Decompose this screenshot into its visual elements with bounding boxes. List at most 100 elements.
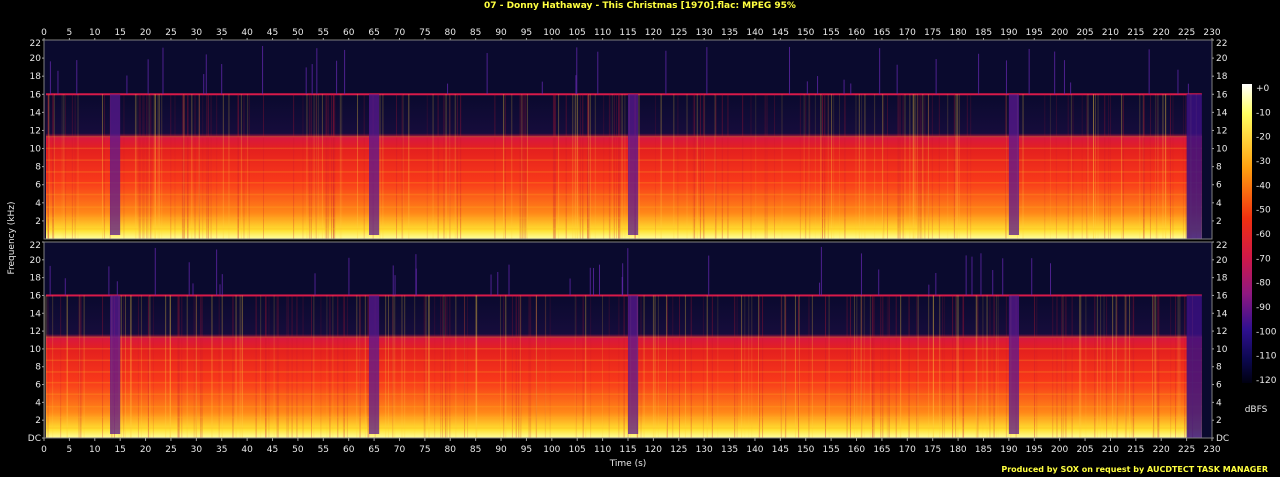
y-tick-label: 20: [30, 256, 42, 266]
y-tick-label: 10: [1216, 345, 1228, 355]
y-tick-label: 2: [1216, 217, 1222, 227]
x-axis-top-ticks: 0 5 10 15 20 25 30 35 40 45 50 55 60 65 70 75 80 85 90 95 10…: [41, 28, 1221, 40]
x-tick-label: 135: [721, 28, 738, 38]
spectral-spike: [49, 265, 51, 296]
spectral-spike: [820, 246, 822, 296]
x-tick-label: 150: [797, 445, 814, 455]
y-tick-label: 14: [30, 309, 42, 319]
x-tick-label: 140: [746, 445, 763, 455]
fade-out: [1186, 94, 1202, 239]
y-axis-right-ticks: 222018161412108642222018161412108642DC: [1212, 39, 1229, 444]
x-tick-label: 105: [569, 445, 586, 455]
spectral-spike: [221, 64, 223, 95]
colorbar-tick-label: -20: [1256, 133, 1271, 143]
y-tick-label: 16: [1216, 90, 1228, 100]
spectral-spike: [843, 79, 845, 95]
spectral-spike: [965, 255, 967, 296]
spectral-spike: [819, 282, 821, 296]
spectral-spike: [415, 254, 417, 296]
harmonic-band: [46, 405, 1202, 408]
x-tick-label: 145: [772, 445, 789, 455]
x-tick-label: 115: [619, 28, 636, 38]
x-tick-label: 130: [696, 28, 713, 38]
spectral-spike: [1063, 60, 1065, 95]
y-tick-label: 4: [1216, 398, 1222, 408]
x-tick-label: 85: [470, 445, 481, 455]
spectral-spike: [569, 278, 571, 296]
x-tick-label: 220: [1153, 28, 1170, 38]
spectral-spike: [154, 247, 156, 296]
y-tick-label: 14: [30, 108, 42, 118]
x-tick-label: 200: [1051, 445, 1068, 455]
x-tick-label: 215: [1127, 28, 1144, 38]
spectrogram-chart: 0 5 10 15 20 25 30 35 40 45 50 55 60 65 70 75 80 85 90 95 10…: [7, 28, 1277, 469]
quiet-region: [1008, 295, 1020, 434]
x-tick-label: 120: [645, 28, 662, 38]
spectral-spike: [598, 264, 600, 296]
x-tick-label: 155: [823, 445, 840, 455]
x-tick-label: 175: [924, 28, 941, 38]
spectral-spike: [589, 267, 591, 296]
spectral-spike: [1054, 51, 1056, 95]
spectral-spike: [64, 278, 66, 296]
x-tick-label: 190: [1000, 28, 1017, 38]
colorbar-tick-label: -10: [1256, 108, 1271, 118]
spectral-spike: [203, 74, 205, 95]
x-tick-label: 30: [191, 28, 203, 38]
x-tick-label: 45: [267, 28, 278, 38]
footer-credit: Produced by SOX on request by AUCDTECT T…: [1001, 465, 1268, 474]
y-tick-label: 18: [30, 274, 42, 284]
y-tick-label: 4: [1216, 199, 1222, 209]
spectral-spike: [860, 253, 862, 296]
spectral-spike: [126, 75, 128, 95]
harmonic-band: [46, 393, 1202, 395]
x-tick-label: 215: [1127, 445, 1144, 455]
x-tick-label: 110: [594, 28, 611, 38]
y-tick-label: 10: [30, 345, 42, 355]
y-tick-label: 20: [1216, 54, 1228, 64]
y-tick-label: 8: [35, 363, 41, 373]
colorbar-tick-label: -60: [1256, 230, 1271, 240]
colorbar-label: dBFS: [1245, 405, 1268, 415]
x-tick-label: 5: [67, 28, 73, 38]
spectral-spike: [76, 60, 78, 95]
spectral-spike: [665, 50, 667, 95]
spectral-spike: [1070, 82, 1072, 95]
harmonic-band: [46, 359, 1202, 362]
spectral-spike: [311, 64, 313, 95]
quiet-region: [110, 295, 121, 434]
spectral-spike: [108, 266, 110, 296]
x-tick-label: 95: [521, 28, 532, 38]
spectral-spike: [394, 275, 396, 296]
spectral-spike: [497, 271, 499, 296]
spectral-spike: [508, 264, 510, 296]
x-tick-label: 70: [394, 28, 406, 38]
x-tick-label: 20: [140, 445, 152, 455]
spectral-spike: [336, 60, 338, 95]
y-tick-label: 4: [35, 199, 41, 209]
harmonic-band: [46, 171, 1202, 173]
x-tick-label: 95: [521, 445, 532, 455]
spectrogram-channel-1: [43, 39, 1213, 240]
spectral-spike: [344, 49, 346, 95]
quiet-region: [369, 295, 380, 434]
spectral-spike: [928, 284, 930, 296]
colorbar: +0 -10 -20 -30 -40 -50 -60 -70 -80 -90 -100 -110 -12…: [1242, 84, 1277, 415]
colorbar-gradient: [1242, 84, 1252, 383]
harmonic-band: [46, 135, 1202, 138]
y-tick-label: 12: [1216, 327, 1227, 337]
spectral-spike: [49, 61, 51, 95]
x-tick-label: 80: [445, 445, 457, 455]
colorbar-tick-label: -120: [1256, 376, 1277, 386]
x-tick-label: 40: [241, 445, 253, 455]
x-tick-label: 175: [924, 445, 941, 455]
spectral-spike: [971, 256, 973, 296]
x-tick-label: 10: [89, 445, 101, 455]
x-tick-label: 45: [267, 445, 278, 455]
spectral-spike: [1050, 263, 1052, 296]
harmonic-band: [46, 416, 1202, 419]
y-tick-label: 6: [1216, 181, 1222, 191]
spectral-spike: [57, 70, 59, 95]
spectral-spike: [486, 53, 488, 95]
y-axis-label: Frequency (kHz): [7, 201, 17, 274]
